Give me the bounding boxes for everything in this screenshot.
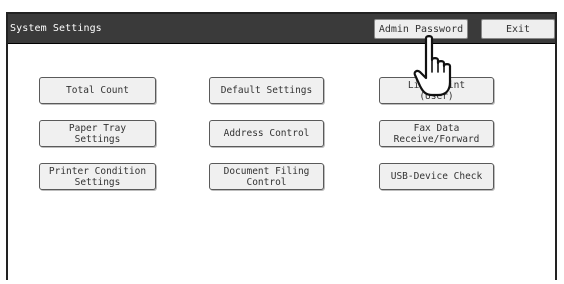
address-control-button[interactable]: Address Control (209, 120, 324, 147)
fax-data-receive-forward-button[interactable]: Fax Data Receive/Forward (379, 120, 494, 147)
document-filing-control-button[interactable]: Document Filing Control (209, 163, 324, 190)
title-bar: System Settings Admin Password Exit (8, 14, 555, 44)
pointing-hand-icon (413, 35, 452, 97)
default-settings-button[interactable]: Default Settings (209, 77, 324, 104)
system-settings-window: System Settings Admin Password Exit Tota… (6, 12, 557, 280)
usb-device-check-button[interactable]: USB-Device Check (379, 163, 494, 190)
total-count-button[interactable]: Total Count (39, 77, 156, 104)
window-title: System Settings (10, 23, 102, 34)
printer-condition-settings-button[interactable]: Printer Condition Settings (39, 163, 156, 190)
paper-tray-settings-button[interactable]: Paper Tray Settings (39, 120, 156, 147)
exit-button[interactable]: Exit (481, 19, 555, 39)
